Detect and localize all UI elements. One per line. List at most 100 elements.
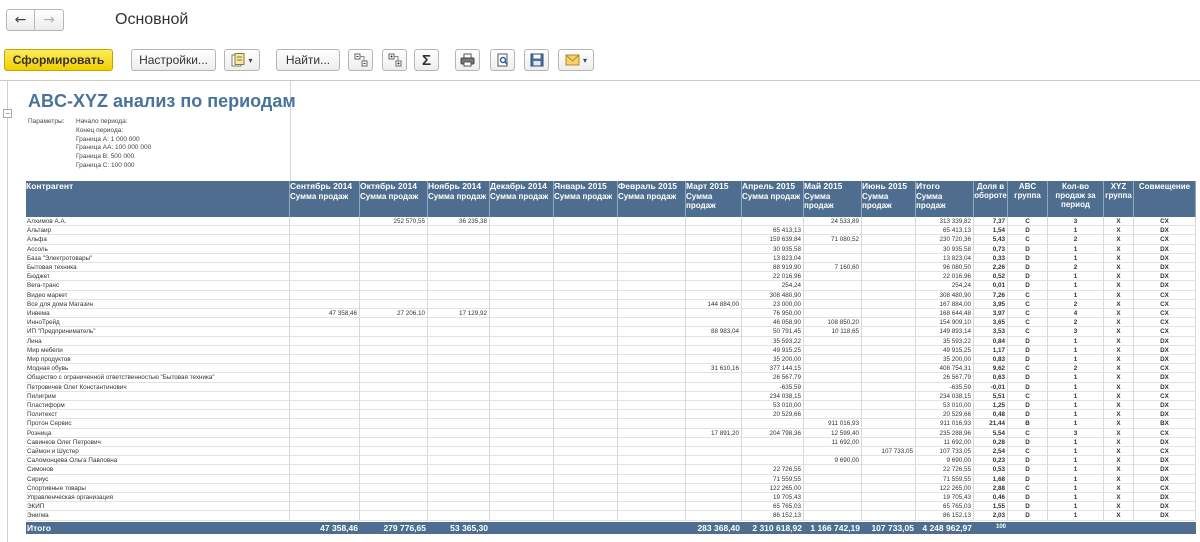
group-collapse-toggle[interactable]: − <box>3 109 12 118</box>
cell-sum: 47 358,46 <box>290 309 360 319</box>
cell-sum <box>554 318 618 328</box>
cell-sum: 23 000,00 <box>742 299 804 309</box>
table-row[interactable]: Саймон и Шустер 107 733,05 107 733,05 2,54 C… <box>26 447 1196 457</box>
cell-sum <box>490 428 554 438</box>
table-row[interactable]: Симонов 22 726,55 22 726,55 0,53 D 1 X DX <box>26 465 1196 475</box>
cell-sum <box>686 290 742 300</box>
cell-sum <box>686 511 742 521</box>
table-row[interactable]: Алхимов А.А. 252 570,55 36 235,38 24 533,89… <box>26 217 1196 227</box>
cell-xyz: X <box>1104 511 1134 521</box>
row-group-bar <box>7 81 10 542</box>
table-row[interactable]: Инвема 47 358,46 27 206,10 17 129,92 76 950,… <box>26 309 1196 319</box>
table-row[interactable]: Альтаир 65 413,13 65 413,13 1,54 D 1 X DX <box>26 226 1196 236</box>
header-sum: Сумма продаж <box>554 191 618 217</box>
cell-combination: DX <box>1134 281 1196 291</box>
generate-button[interactable]: Сформировать <box>4 49 113 71</box>
cell-total: 35 200,00 <box>916 355 974 365</box>
table-row[interactable]: Мир продуктов 35 200,00 35 200,00 0,83 D 1 X DX <box>26 355 1196 365</box>
cell-sum <box>554 428 618 438</box>
variants-button[interactable]: ▾ <box>224 49 260 71</box>
table-row[interactable]: Протон Сервис 911 016,93 911 016,93 21,44 B 1… <box>26 419 1196 429</box>
cell-counterparty: База "Электротовары" <box>26 253 290 263</box>
send-email-button[interactable]: ▾ <box>558 49 594 71</box>
table-row[interactable]: Спортивные товары 122 265,00 122 265,00 2,8… <box>26 483 1196 493</box>
table-row[interactable]: Альфа 159 639,84 71 080,52 230 720,36 5,43 C 2… <box>26 235 1196 245</box>
cell-sum <box>428 253 490 263</box>
header-month: Февраль 2015 <box>618 181 686 191</box>
arrow-right-icon: → <box>43 12 55 28</box>
table-row[interactable]: Пластиформ 53 010,00 53 010,00 1,25 D 1 X DX <box>26 401 1196 411</box>
cell-share: 0,46 <box>974 493 1008 503</box>
cell-sum <box>290 235 360 245</box>
cell-sum <box>618 483 686 493</box>
cell-xyz: X <box>1104 483 1134 493</box>
table-row[interactable]: Лина 35 593,22 35 593,22 0,84 D 1 X DX <box>26 336 1196 346</box>
forward-button[interactable]: → <box>35 9 64 31</box>
cell-sum <box>862 336 916 346</box>
table-row[interactable]: Петровичев Олег Константинович -635,59 -63… <box>26 382 1196 392</box>
table-row[interactable]: ЭКИП 65 765,03 65 765,03 1,55 D 1 X DX <box>26 502 1196 512</box>
table-row[interactable]: Пилигрим 234 038,15 234 038,15 5,51 C 1 X CX <box>26 391 1196 401</box>
cell-abc: D <box>1008 253 1048 263</box>
cell-sum: 30 935,58 <box>742 244 804 254</box>
table-row[interactable]: Энигма 86 152,13 86 152,13 2,03 D 1 X DX <box>26 511 1196 521</box>
table-row[interactable]: Бытовая техника 88 919,90 7 160,60 96 080,5… <box>26 263 1196 273</box>
param-line: Граница А: 1 000 000 <box>76 135 140 143</box>
table-row[interactable]: Бюджет 22 016,96 22 016,96 0,52 D 1 X DX <box>26 272 1196 282</box>
table-row[interactable]: ИП "Предприниматель" 88 983,04 50 791,45 10… <box>26 327 1196 337</box>
cell-sum <box>554 281 618 291</box>
table-row[interactable]: Вега-транс 254,24 254,24 0,01 D 1 X DX <box>26 281 1196 291</box>
cell-sum <box>490 401 554 411</box>
table-row[interactable]: Общество с ограниченной ответственностью… <box>26 373 1196 383</box>
cell-count: 1 <box>1048 401 1104 411</box>
cell-counterparty: ЭКИП <box>26 502 290 512</box>
cell-share: 0,84 <box>974 336 1008 346</box>
cell-sum <box>360 318 428 328</box>
table-row[interactable]: Саломонцева Ольга Павловна 9 690,00 9 690,… <box>26 456 1196 466</box>
cell-sum <box>804 364 862 374</box>
table-row[interactable]: База "Электротовары" 13 823,04 13 823,04 0,… <box>26 253 1196 263</box>
print-button[interactable] <box>455 49 480 71</box>
settings-button[interactable]: Настройки... <box>131 49 216 71</box>
print-preview-icon <box>497 53 508 67</box>
table-row[interactable]: Политекст 20 529,66 20 529,66 0,48 D 1 X DX <box>26 410 1196 420</box>
params-values: Начало периода: Конец периода: Граница А: … <box>76 118 151 171</box>
cell-sum <box>290 447 360 457</box>
collapse-groups-button[interactable] <box>348 49 373 71</box>
table-row[interactable]: Модная обувь 31 610,16 377 144,15 408 754,3… <box>26 364 1196 374</box>
find-button[interactable]: Найти... <box>276 49 340 71</box>
cell-count: 3 <box>1048 217 1104 227</box>
sum-button[interactable]: Σ <box>414 49 439 71</box>
cell-xyz: X <box>1104 465 1134 475</box>
expand-groups-button[interactable] <box>382 49 407 71</box>
table-row[interactable]: Управленческая организация 19 705,43 19 70… <box>26 493 1196 503</box>
table-row[interactable]: Сириус 71 559,55 71 559,55 1,68 D 1 X DX <box>26 474 1196 484</box>
table-row[interactable]: Савинков Олег Петрович 11 692,00 11 692,00… <box>26 437 1196 447</box>
table-row[interactable]: ИнноТрейд 46 058,90 108 850,20 154 909,10 3,… <box>26 318 1196 328</box>
report-spreadsheet[interactable]: − ABC-XYZ анализ по периодам Параметры: … <box>0 80 1200 542</box>
table-row[interactable]: Видео маркет 308 480,90 308 480,90 7,26 C 1 X C… <box>26 290 1196 300</box>
cell-sum <box>360 382 428 392</box>
cell-share: 2,88 <box>974 483 1008 493</box>
save-button[interactable] <box>524 49 549 71</box>
print-preview-button[interactable] <box>490 49 515 71</box>
report-title: ABC-XYZ анализ по периодам <box>28 91 296 111</box>
table-row[interactable]: Мир мебели 49 915,25 49 915,25 1,17 D 1 X DX <box>26 345 1196 355</box>
cell-combination: DX <box>1134 272 1196 282</box>
cell-combination: DX <box>1134 511 1196 521</box>
table-row[interactable]: Ассоль 30 935,58 30 935,58 0,73 D 1 X DX <box>26 244 1196 254</box>
cell-count: 2 <box>1048 364 1104 374</box>
cell-abc: D <box>1008 263 1048 273</box>
table-row[interactable]: Все для дома Магазин 144 884,00 23 000,00 1… <box>26 299 1196 309</box>
back-button[interactable]: ← <box>6 9 35 31</box>
cell-total: 22 726,55 <box>916 465 974 475</box>
cell-sum: 911 016,93 <box>804 419 862 429</box>
cell-sum <box>618 253 686 263</box>
cell-share: 3,65 <box>974 318 1008 328</box>
cell-sum <box>290 281 360 291</box>
table-row[interactable]: Розница 17 891,20 204 798,36 12 599,40 235 2… <box>26 428 1196 438</box>
cell-count: 3 <box>1048 428 1104 438</box>
cell-sum <box>618 401 686 411</box>
cell-sum: 254,24 <box>742 281 804 291</box>
cell-share: -0,01 <box>974 382 1008 392</box>
